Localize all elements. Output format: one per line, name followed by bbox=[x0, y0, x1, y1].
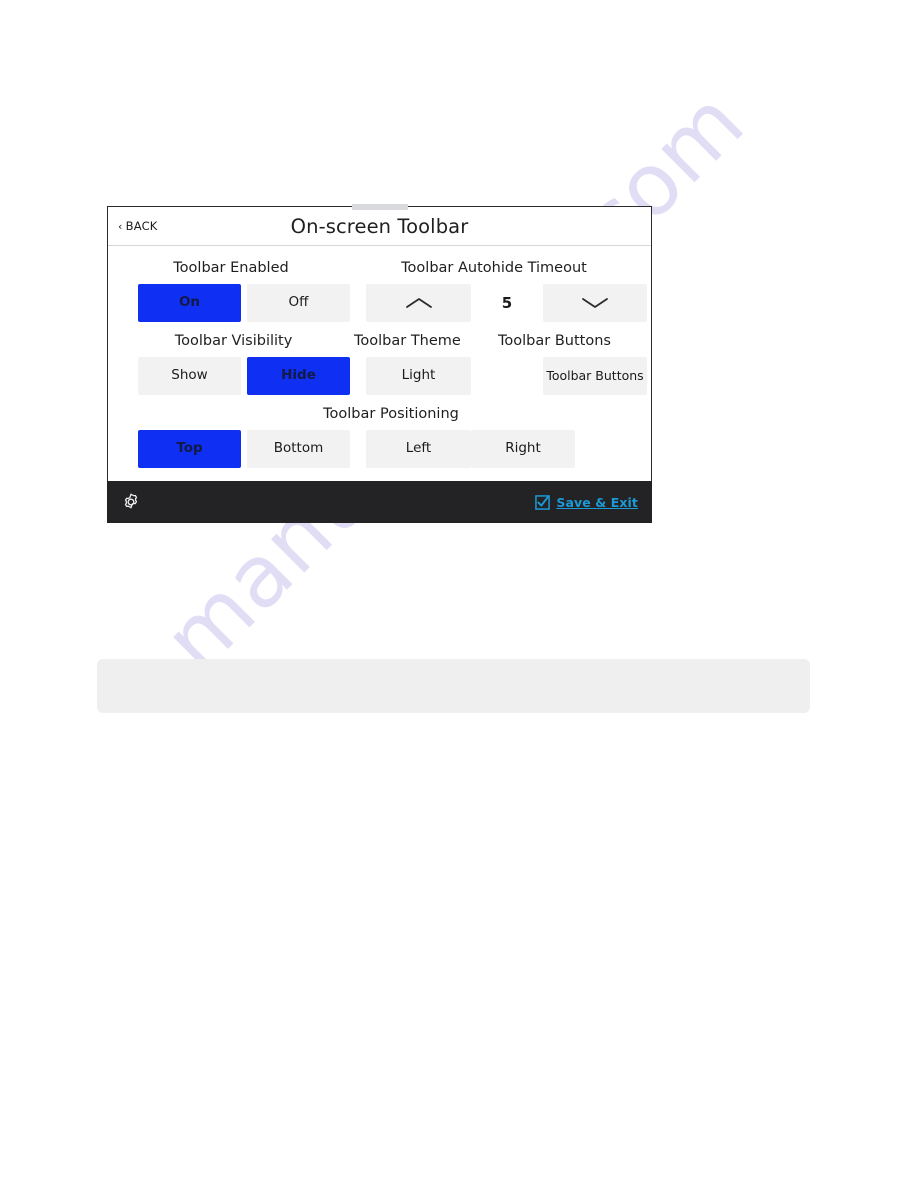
chevron-up-icon bbox=[405, 298, 432, 308]
back-button[interactable]: ‹ BACK bbox=[118, 219, 158, 233]
segment-toolbar-buttons[interactable]: Toolbar Buttons bbox=[543, 357, 647, 395]
segment-toolbar-positioning-top[interactable]: Top bbox=[138, 430, 241, 468]
settings-body: Toolbar Enabled Toolbar Autohide Timeout… bbox=[108, 260, 651, 481]
save-and-exit-label: Save & Exit bbox=[556, 494, 638, 510]
group-label-toolbar-enabled: Toolbar Enabled bbox=[173, 260, 289, 276]
row2-buttons: Show Hide Light Toolbar Buttons bbox=[126, 357, 647, 398]
gear-icon bbox=[124, 493, 138, 509]
settings-button[interactable] bbox=[121, 492, 141, 512]
segment-toolbar-positioning-right[interactable]: Right bbox=[471, 430, 575, 468]
row2-labels: Toolbar Visibility Toolbar Theme Toolbar… bbox=[126, 333, 633, 357]
back-button-label: BACK bbox=[125, 219, 158, 233]
row3-labels: Toolbar Positioning bbox=[126, 406, 633, 430]
device-panel: ‹ BACK On-screen Toolbar Toolbar Enabled… bbox=[107, 204, 652, 523]
segment-toolbar-positioning-bottom[interactable]: Bottom bbox=[247, 430, 350, 468]
page-title: On-screen Toolbar bbox=[290, 214, 469, 238]
segment-toolbar-positioning-left[interactable]: Left bbox=[366, 430, 471, 468]
save-and-exit-button[interactable]: Save & Exit bbox=[535, 495, 638, 510]
stepper-value: 5 bbox=[501, 294, 513, 312]
group-label-toolbar-theme: Toolbar Theme bbox=[354, 333, 461, 349]
segment-toolbar-enabled-off[interactable]: Off bbox=[247, 284, 350, 322]
stepper-increment-button[interactable] bbox=[366, 284, 471, 322]
device-bottom-bar: Save & Exit bbox=[107, 481, 652, 523]
device-notch bbox=[352, 204, 408, 210]
row1-labels: Toolbar Enabled Toolbar Autohide Timeout bbox=[126, 260, 633, 284]
group-label-toolbar-visibility: Toolbar Visibility bbox=[174, 333, 293, 349]
group-label-toolbar-positioning: Toolbar Positioning bbox=[323, 406, 459, 422]
content-placeholder-box bbox=[97, 659, 810, 713]
checkbox-checked-icon bbox=[535, 494, 551, 510]
row1-buttons: On Off 5 bbox=[126, 284, 647, 325]
screen-titlebar: ‹ BACK On-screen Toolbar bbox=[108, 207, 651, 246]
group-label-toolbar-buttons: Toolbar Buttons bbox=[498, 333, 611, 349]
watermark-layer: manualshive.com bbox=[0, 0, 918, 1188]
stepper-decrement-button[interactable] bbox=[543, 284, 647, 322]
segment-toolbar-theme-light[interactable]: Light bbox=[366, 357, 471, 395]
chevron-left-icon: ‹ bbox=[118, 219, 123, 233]
device-screen: ‹ BACK On-screen Toolbar Toolbar Enabled… bbox=[107, 206, 652, 481]
segment-toolbar-visibility-hide[interactable]: Hide bbox=[247, 357, 350, 395]
segment-toolbar-visibility-show[interactable]: Show bbox=[138, 357, 241, 395]
segment-toolbar-enabled-on[interactable]: On bbox=[138, 284, 241, 322]
chevron-down-icon bbox=[582, 298, 608, 308]
row3-buttons: Top Bottom Left Right bbox=[126, 430, 633, 471]
group-label-toolbar-autohide-timeout: Toolbar Autohide Timeout bbox=[401, 260, 587, 276]
